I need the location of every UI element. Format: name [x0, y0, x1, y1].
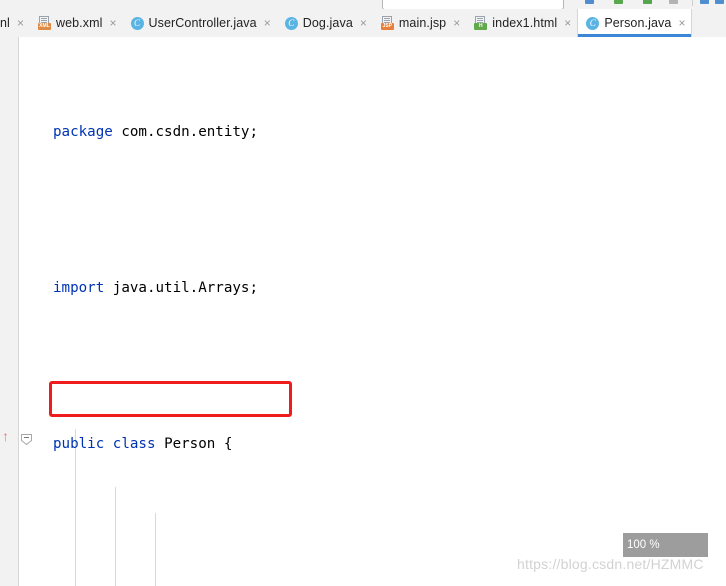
tab-usercontroller-java[interactable]: C UserController.java ×: [122, 9, 277, 37]
java-class-icon: C: [586, 16, 600, 30]
fold-collapse-icon[interactable]: [20, 433, 33, 446]
xml-file-icon: XML: [37, 16, 51, 30]
java-class-icon: C: [130, 16, 144, 30]
editor-tab-bar: nl × XML web.xml × C UserController.java…: [0, 9, 726, 38]
close-icon[interactable]: ×: [17, 17, 24, 29]
close-icon[interactable]: ×: [678, 17, 685, 29]
tab-label: Person.java: [604, 16, 672, 30]
code-editor[interactable]: ↑ package com.csdn.entity; import java.u…: [0, 37, 726, 586]
close-icon[interactable]: ×: [453, 17, 460, 29]
close-icon[interactable]: ×: [110, 17, 117, 29]
tab-dog-java[interactable]: C Dog.java ×: [276, 9, 373, 37]
layout-icon[interactable]: [700, 0, 709, 4]
close-icon[interactable]: ×: [360, 17, 367, 29]
tab-label: UserController.java: [148, 16, 257, 30]
code-line: public class Person {: [53, 436, 233, 452]
close-icon[interactable]: ×: [564, 17, 571, 29]
tab-main-jsp[interactable]: JSP main.jsp ×: [372, 9, 467, 37]
jsp-file-badge: JSP: [380, 23, 394, 30]
bookmark-icon[interactable]: [669, 0, 678, 4]
toolbar-divider: [692, 0, 693, 6]
tab-xml-clipped[interactable]: nl ×: [0, 9, 30, 37]
code-line: package com.csdn.entity;: [53, 124, 259, 140]
jsp-file-icon: JSP: [380, 16, 394, 30]
code-content[interactable]: package com.csdn.entity; import java.uti…: [38, 37, 726, 586]
tab-label: web.xml: [55, 16, 103, 30]
tab-person-java[interactable]: C Person.java ×: [577, 9, 693, 37]
zoom-level-badge: 100 %: [623, 533, 708, 557]
editor-fold-gutter[interactable]: [19, 37, 38, 586]
tab-web-xml[interactable]: XML web.xml ×: [29, 9, 123, 37]
flag-icon[interactable]: [643, 0, 652, 4]
html-file-icon: H: [474, 16, 488, 30]
editor-gutter[interactable]: [0, 37, 19, 586]
close-icon[interactable]: ×: [264, 17, 271, 29]
tab-label: nl: [0, 16, 10, 30]
chart-icon[interactable]: [585, 0, 594, 4]
tab-label: Dog.java: [302, 16, 353, 30]
watermark: https://blog.csdn.net/HZMMC: [517, 556, 704, 572]
code-line: import java.util.Arrays;: [53, 280, 259, 296]
tab-label: main.jsp: [398, 16, 447, 30]
tab-index1-html[interactable]: H index1.html ×: [466, 9, 578, 37]
xml-file-badge: XML: [37, 23, 51, 30]
run-icon[interactable]: [614, 0, 623, 4]
tab-label: index1.html: [492, 16, 558, 30]
html-file-badge: H: [474, 23, 488, 30]
up-arrow-icon[interactable]: ↑: [2, 429, 9, 443]
java-class-icon: C: [284, 16, 298, 30]
settings-icon[interactable]: [715, 0, 724, 4]
